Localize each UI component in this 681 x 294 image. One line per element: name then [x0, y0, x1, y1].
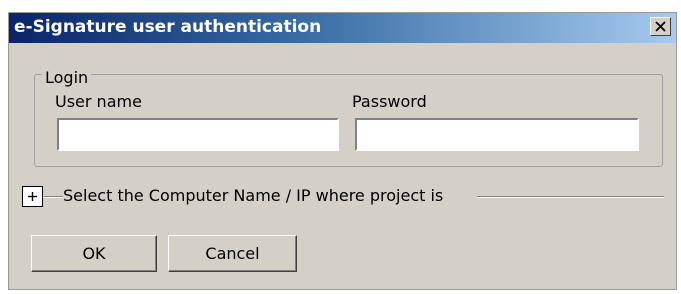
esignature-dialog: e-Signature user authentication Login Us… — [8, 12, 677, 290]
close-button[interactable] — [650, 17, 671, 36]
close-icon — [655, 21, 666, 32]
dialog-title: e-Signature user authentication — [14, 17, 322, 37]
password-input[interactable] — [355, 118, 639, 151]
plus-icon — [28, 192, 37, 201]
username-input[interactable] — [57, 118, 339, 151]
username-label: User name — [55, 92, 142, 111]
expand-project-button[interactable] — [22, 186, 43, 207]
ok-button[interactable]: OK — [31, 235, 157, 272]
section-connector-line — [43, 196, 63, 198]
password-label: Password — [352, 92, 427, 111]
cancel-button[interactable]: Cancel — [168, 235, 297, 272]
project-location-label: Select the Computer Name / IP where proj… — [63, 186, 450, 205]
login-group-legend: Login — [42, 68, 92, 87]
section-separator-line — [477, 196, 664, 198]
title-bar[interactable]: e-Signature user authentication — [9, 13, 676, 43]
